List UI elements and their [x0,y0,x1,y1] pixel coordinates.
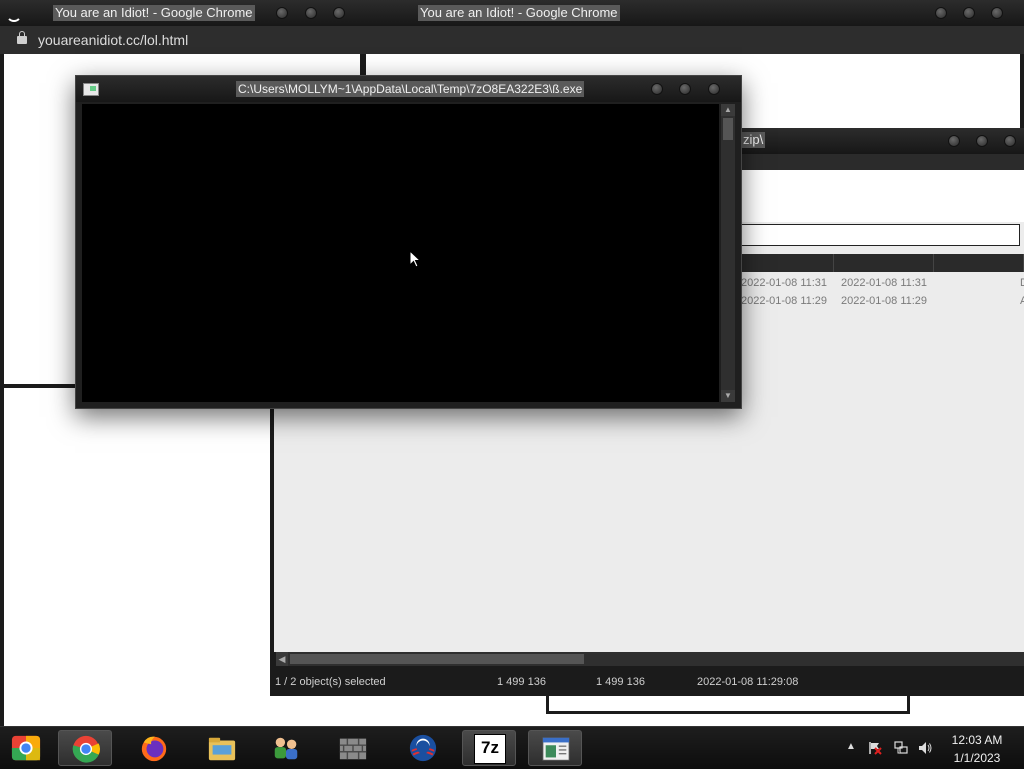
google-chrome-icon [72,735,100,763]
close-button[interactable] [1004,135,1016,147]
minimize-button[interactable] [276,7,288,19]
taskbar-7zip-button[interactable]: 7z [462,730,516,766]
chrome-window-1-titlebar[interactable]: You are an Idiot! - Google Chrome [0,0,364,26]
volume-icon[interactable] [918,741,932,755]
scroll-thumb[interactable] [723,118,733,140]
close-button[interactable] [991,7,1003,19]
column-attributes[interactable] [934,254,1024,272]
file-attributes: A [1020,295,1024,307]
mouse-cursor-icon [409,250,421,268]
selected-size: 1 499 136 [497,676,546,688]
console-window[interactable]: C:\Users\MOLLYM~1\AppData\Local\Temp\7zO… [75,75,742,409]
taskbar-chrome-button[interactable] [58,730,112,766]
scroll-down-arrow-icon[interactable]: ▼ [721,390,735,402]
scroll-left-arrow-icon[interactable]: ◀ [276,652,288,666]
taskbar-console-button[interactable] [528,730,582,766]
firefox-icon [141,736,167,762]
maximize-button[interactable] [963,7,975,19]
taskbar-firewall-button[interactable] [326,730,380,766]
scroll-up-arrow-icon[interactable]: ▲ [721,104,735,116]
file-created: 2022-01-08 11:29 [841,295,928,307]
network-icon[interactable] [894,741,908,755]
action-center-flag-icon[interactable] [868,741,882,755]
file-attributes: D [1020,277,1024,289]
maximize-button[interactable] [976,135,988,147]
chrome-window-2-titlebar[interactable]: You are an Idiot! - Google Chrome [362,0,1024,26]
maximize-button[interactable] [305,7,317,19]
modified-datetime: 2022-01-08 11:29:08 [697,676,799,688]
url-text[interactable]: youareanidiot.cc/lol.html [38,32,188,48]
blank-browser-window[interactable] [0,386,272,726]
minimize-button[interactable] [948,135,960,147]
seven-zip-icon: 7z [474,734,506,764]
chrome-window-1-title: You are an Idiot! - Google Chrome [53,5,255,21]
file-modified: 2022-01-08 11:29 [741,295,828,307]
vertical-scrollbar[interactable]: ▲ ▼ [721,104,735,402]
file-created: 2022-01-08 11:31 [841,277,928,289]
clock-time[interactable]: 12:03 AM [944,733,1010,747]
clock-date[interactable]: 1/1/2023 [944,751,1010,765]
console-output[interactable] [82,104,719,402]
column-created[interactable] [834,254,934,272]
chrome-window-2-toolbar [362,26,1024,54]
chrome-window-2-title: You are an Idiot! - Google Chrome [418,5,620,21]
taskbar-network-button[interactable] [259,730,313,766]
console-window-icon [542,737,570,761]
console-app-icon[interactable] [83,83,99,96]
firewall-icon [339,738,367,760]
taskbar-obama-button[interactable] [396,730,450,766]
console-titlebar[interactable]: C:\Users\MOLLYM~1\AppData\Local\Temp\7zO… [76,76,741,102]
status-bar: 1 / 2 object(s) selected 1 499 136 1 499… [270,666,1024,696]
minimize-button[interactable] [935,7,947,19]
taskbar: 7z ▲ 12:03 AM 1/1/2023 [0,726,1024,769]
scroll-thumb[interactable] [290,654,584,664]
minimize-button[interactable] [651,83,663,95]
close-button[interactable] [708,83,720,95]
lock-icon [17,31,27,44]
packed-size: 1 499 136 [596,676,645,688]
taskbar-firefox-button[interactable] [127,730,181,766]
seven-zip-title: zip\ [741,132,766,148]
loading-spinner-icon [6,6,22,22]
obama-logo-icon [409,734,437,762]
address-bar[interactable]: youareanidiot.cc/lol.html [0,26,364,54]
file-explorer-icon [208,737,236,761]
maximize-button[interactable] [679,83,691,95]
hidden-window-edge [546,696,910,714]
file-modified: 2022-01-08 11:31 [741,277,828,289]
start-button[interactable] [0,730,54,766]
show-hidden-icons-button[interactable]: ▲ [846,741,856,752]
console-title: C:\Users\MOLLYM~1\AppData\Local\Temp\7zO… [236,81,585,97]
horizontal-scrollbar[interactable]: ◀ [276,652,1024,666]
selection-status: 1 / 2 object(s) selected [275,676,386,688]
close-button[interactable] [333,7,345,19]
chrome-orb-start-icon [11,735,41,761]
column-modified[interactable] [740,254,834,272]
taskbar-explorer-button[interactable] [195,730,249,766]
network-users-icon [274,737,298,760]
